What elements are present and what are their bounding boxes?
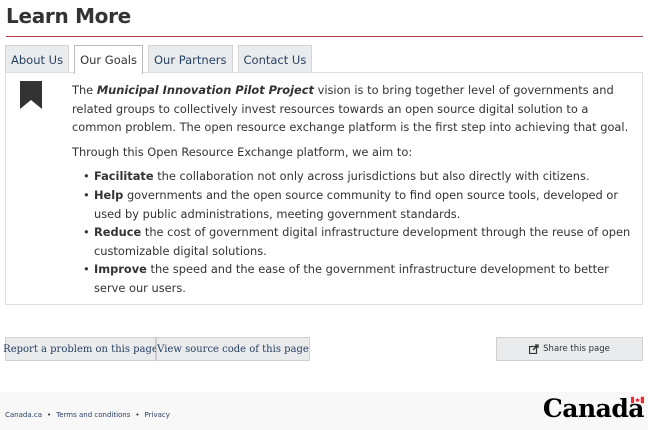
canada-flag-icon: [631, 396, 644, 404]
list-item: Help governments and the open source com…: [83, 186, 632, 223]
tab-contact-us[interactable]: Contact Us: [237, 45, 313, 73]
goal-keyword: Facilitate: [94, 169, 154, 184]
title-rule: [6, 36, 643, 37]
report-problem-button[interactable]: Report a problem on this page: [3, 337, 158, 361]
intro-paragraph: The Municipal Innovation Pilot Project v…: [72, 81, 632, 137]
share-button[interactable]: Share this page: [496, 337, 643, 361]
footer-link-canada[interactable]: Canada.ca: [5, 411, 42, 419]
footer-separator: •: [47, 411, 52, 419]
footer-link-privacy[interactable]: Privacy: [145, 411, 170, 419]
list-item: Improve the speed and the ease of the go…: [83, 260, 632, 297]
goal-keyword: Improve: [94, 262, 147, 277]
canada-wordmark: Canada: [542, 394, 645, 423]
tab-our-goals[interactable]: Our Goals: [74, 45, 143, 74]
footer-links: Canada.ca • Terms and conditions • Priva…: [5, 411, 170, 419]
footer-link-terms[interactable]: Terms and conditions: [56, 411, 130, 419]
project-name: Municipal Innovation Pilot Project: [96, 83, 314, 97]
list-item: Reduce the cost of government digital in…: [83, 223, 632, 260]
goals-content: The Municipal Innovation Pilot Project v…: [72, 81, 632, 298]
tab-about-us[interactable]: About Us: [5, 45, 70, 73]
tab-panel-our-goals: The Municipal Innovation Pilot Project v…: [5, 72, 643, 305]
goal-text: the cost of government digital infrastru…: [94, 225, 631, 258]
goal-text: the collaboration not only across jurisd…: [153, 169, 590, 184]
share-label: Share this page: [543, 344, 610, 354]
goal-text: the speed and the ease of the government…: [94, 262, 609, 295]
goals-list: Facilitate the collaboration not only ac…: [83, 167, 632, 297]
goal-text: governments and the open source communit…: [94, 187, 619, 221]
tab-list: About Us Our Goals Our Partners Contact …: [5, 45, 313, 74]
site-footer: Canada.ca • Terms and conditions • Priva…: [0, 392, 648, 430]
bookmark-icon: [20, 81, 42, 109]
goal-keyword: Help: [94, 187, 124, 202]
tab-our-partners[interactable]: Our Partners: [147, 45, 233, 73]
view-source-button[interactable]: View source code of this page: [156, 337, 310, 361]
list-item: Facilitate the collaboration not only ac…: [83, 167, 632, 186]
page-title: Learn More: [6, 4, 131, 28]
aim-paragraph: Through this Open Resource Exchange plat…: [72, 144, 413, 159]
goal-keyword: Reduce: [94, 225, 142, 240]
footer-separator: •: [135, 411, 140, 419]
share-icon: [529, 344, 539, 354]
intro-prefix: The: [72, 83, 97, 97]
